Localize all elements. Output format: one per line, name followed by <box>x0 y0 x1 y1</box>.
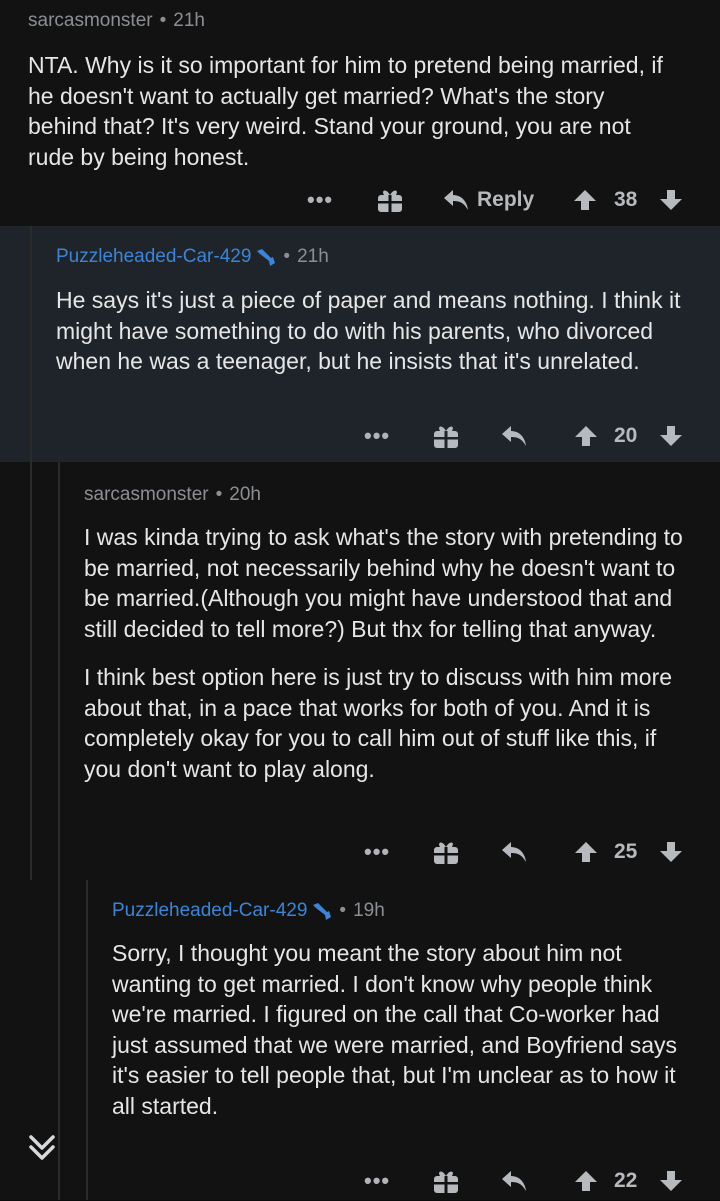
comment-time: 21h <box>173 10 205 31</box>
upvote-button[interactable] <box>573 188 597 212</box>
comment-time: 21h <box>297 246 329 267</box>
upvote-button[interactable] <box>574 840 598 864</box>
collapse-thread-button[interactable] <box>22 1128 62 1168</box>
meta-separator: • <box>283 246 291 267</box>
comment-time: 19h <box>353 900 385 921</box>
award-button[interactable] <box>432 838 460 866</box>
more-dots-icon: ••• <box>364 839 391 864</box>
award-button[interactable] <box>432 422 460 450</box>
comment-paragraph: I was kinda trying to ask what's the sto… <box>84 524 683 642</box>
comment-body: I was kinda trying to ask what's the sto… <box>84 522 699 784</box>
more-options-button[interactable]: ••• <box>364 1168 390 1194</box>
more-dots-icon: ••• <box>307 187 334 212</box>
comment-paragraph: Sorry, I thought you meant the story abo… <box>112 940 678 1119</box>
vote-score: 38 <box>614 188 638 211</box>
reply-button[interactable]: Reply <box>443 188 534 212</box>
downvote-arrow-icon <box>659 188 683 212</box>
comment-time: 20h <box>229 484 261 505</box>
more-options-button[interactable]: ••• <box>364 423 390 449</box>
meta-separator: • <box>215 484 223 505</box>
downvote-arrow-icon <box>659 424 683 448</box>
vote-score: 22 <box>614 1169 638 1192</box>
more-dots-icon: ••• <box>364 1168 391 1193</box>
thread-line[interactable] <box>30 462 32 880</box>
comment-paragraph: I think best option here is just try to … <box>84 664 673 782</box>
comment-author[interactable]: sarcasmonster <box>84 484 209 506</box>
comment-meta: sarcasmonster • 20h <box>84 484 261 506</box>
downvote-button[interactable] <box>659 188 683 212</box>
downvote-arrow-icon <box>659 1169 683 1193</box>
comment-body: He says it's just a piece of paper and m… <box>56 285 701 377</box>
gift-award-icon <box>432 1167 460 1195</box>
reply-arrow-icon <box>443 188 469 212</box>
upvote-button[interactable] <box>574 1169 598 1193</box>
gift-award-icon <box>432 422 460 450</box>
comment-meta: Puzzleheaded-Car-429 • 21h <box>56 246 329 268</box>
upvote-button[interactable] <box>574 424 598 448</box>
upvote-arrow-icon <box>574 424 598 448</box>
comment-1: sarcasmonster • 21h NTA. Why is it so im… <box>0 0 720 226</box>
comment-body: Sorry, I thought you meant the story abo… <box>112 938 697 1121</box>
comment-author[interactable]: sarcasmonster <box>28 10 153 32</box>
award-button[interactable] <box>432 1167 460 1195</box>
comment-actions: ••• Reply 38 <box>0 180 720 220</box>
vote-score: 20 <box>614 424 638 447</box>
upvote-arrow-icon <box>574 840 598 864</box>
collapse-chevrons-icon <box>22 1128 62 1168</box>
thread-line[interactable] <box>86 880 88 1200</box>
upvote-arrow-icon <box>573 188 597 212</box>
thread-line[interactable] <box>58 462 60 880</box>
meta-separator: • <box>159 10 167 31</box>
reply-button[interactable] <box>501 1169 527 1193</box>
reply-button[interactable] <box>501 424 527 448</box>
downvote-arrow-icon <box>659 840 683 864</box>
reply-arrow-icon <box>501 1169 527 1193</box>
comment-paragraph: He says it's just a piece of paper and m… <box>56 287 681 374</box>
more-dots-icon: ••• <box>364 423 391 448</box>
upvote-arrow-icon <box>574 1169 598 1193</box>
downvote-button[interactable] <box>659 1169 683 1193</box>
comment-author[interactable]: Puzzleheaded-Car-429 <box>56 246 251 268</box>
comment-2: Puzzleheaded-Car-429 • 21h He says it's … <box>0 226 720 462</box>
reply-arrow-icon <box>501 424 527 448</box>
comment-3: sarcasmonster • 20h I was kinda trying t… <box>0 462 720 880</box>
reply-label: Reply <box>477 188 535 211</box>
comment-actions: ••• 25 <box>0 832 720 872</box>
gift-award-icon <box>432 838 460 866</box>
mod-wrench-icon <box>310 900 332 922</box>
more-options-button[interactable]: ••• <box>364 839 390 865</box>
award-button[interactable] <box>376 186 404 214</box>
more-options-button[interactable]: ••• <box>307 187 333 213</box>
comment-actions: ••• 20 <box>0 416 720 456</box>
downvote-button[interactable] <box>659 840 683 864</box>
gift-award-icon <box>376 186 404 214</box>
meta-separator: • <box>339 900 347 921</box>
comment-meta: Puzzleheaded-Car-429 • 19h <box>112 900 385 922</box>
reply-button[interactable] <box>501 840 527 864</box>
mod-wrench-icon <box>254 246 276 268</box>
comment-body: NTA. Why is it so important for him to p… <box>28 50 668 172</box>
comment-paragraph: NTA. Why is it so important for him to p… <box>28 52 663 170</box>
comment-meta: sarcasmonster • 21h <box>28 10 205 32</box>
comment-actions: ••• 22 <box>0 1161 720 1201</box>
comment-author[interactable]: Puzzleheaded-Car-429 <box>112 900 307 922</box>
downvote-button[interactable] <box>659 424 683 448</box>
comment-4: Puzzleheaded-Car-429 • 19h Sorry, I thou… <box>0 880 720 1200</box>
vote-score: 25 <box>614 840 638 863</box>
reply-arrow-icon <box>501 840 527 864</box>
